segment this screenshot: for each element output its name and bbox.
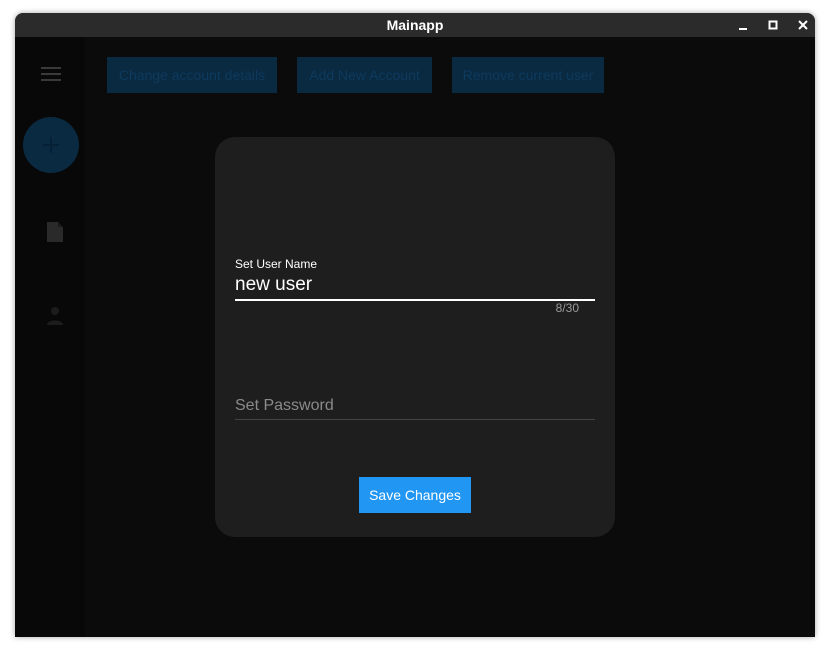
remove-current-user-button[interactable]: Remove current user bbox=[452, 57, 604, 93]
password-input[interactable] bbox=[235, 393, 595, 420]
person-icon bbox=[47, 307, 63, 325]
minimize-icon bbox=[739, 28, 747, 30]
username-label: Set User Name bbox=[235, 257, 318, 271]
minimize-button[interactable] bbox=[735, 17, 751, 33]
maximize-icon bbox=[768, 20, 778, 30]
nav-item-user[interactable] bbox=[45, 305, 67, 327]
title-bar[interactable]: Mainapp bbox=[15, 13, 815, 37]
app-window: Mainapp Change account details Add New A… bbox=[15, 13, 815, 637]
maximize-button[interactable] bbox=[765, 17, 781, 33]
window-title: Mainapp bbox=[386, 17, 444, 33]
add-new-account-button[interactable]: Add New Account bbox=[297, 57, 432, 93]
close-icon bbox=[798, 20, 808, 30]
plus-icon bbox=[43, 137, 59, 153]
add-button[interactable] bbox=[23, 117, 79, 173]
navigation-rail bbox=[15, 37, 85, 637]
account-dialog: Set User Name 8/30 Save Changes bbox=[215, 137, 615, 537]
menu-button[interactable] bbox=[41, 67, 61, 81]
menu-icon bbox=[41, 67, 61, 81]
save-changes-button[interactable]: Save Changes bbox=[359, 477, 471, 513]
username-char-counter: 8/30 bbox=[555, 301, 579, 315]
username-input[interactable] bbox=[235, 271, 595, 301]
close-button[interactable] bbox=[795, 17, 811, 33]
change-account-details-button[interactable]: Change account details bbox=[107, 57, 277, 93]
document-icon bbox=[47, 222, 63, 242]
nav-item-documents[interactable] bbox=[45, 221, 67, 243]
app-content: Change account details Add New Account R… bbox=[15, 37, 815, 637]
